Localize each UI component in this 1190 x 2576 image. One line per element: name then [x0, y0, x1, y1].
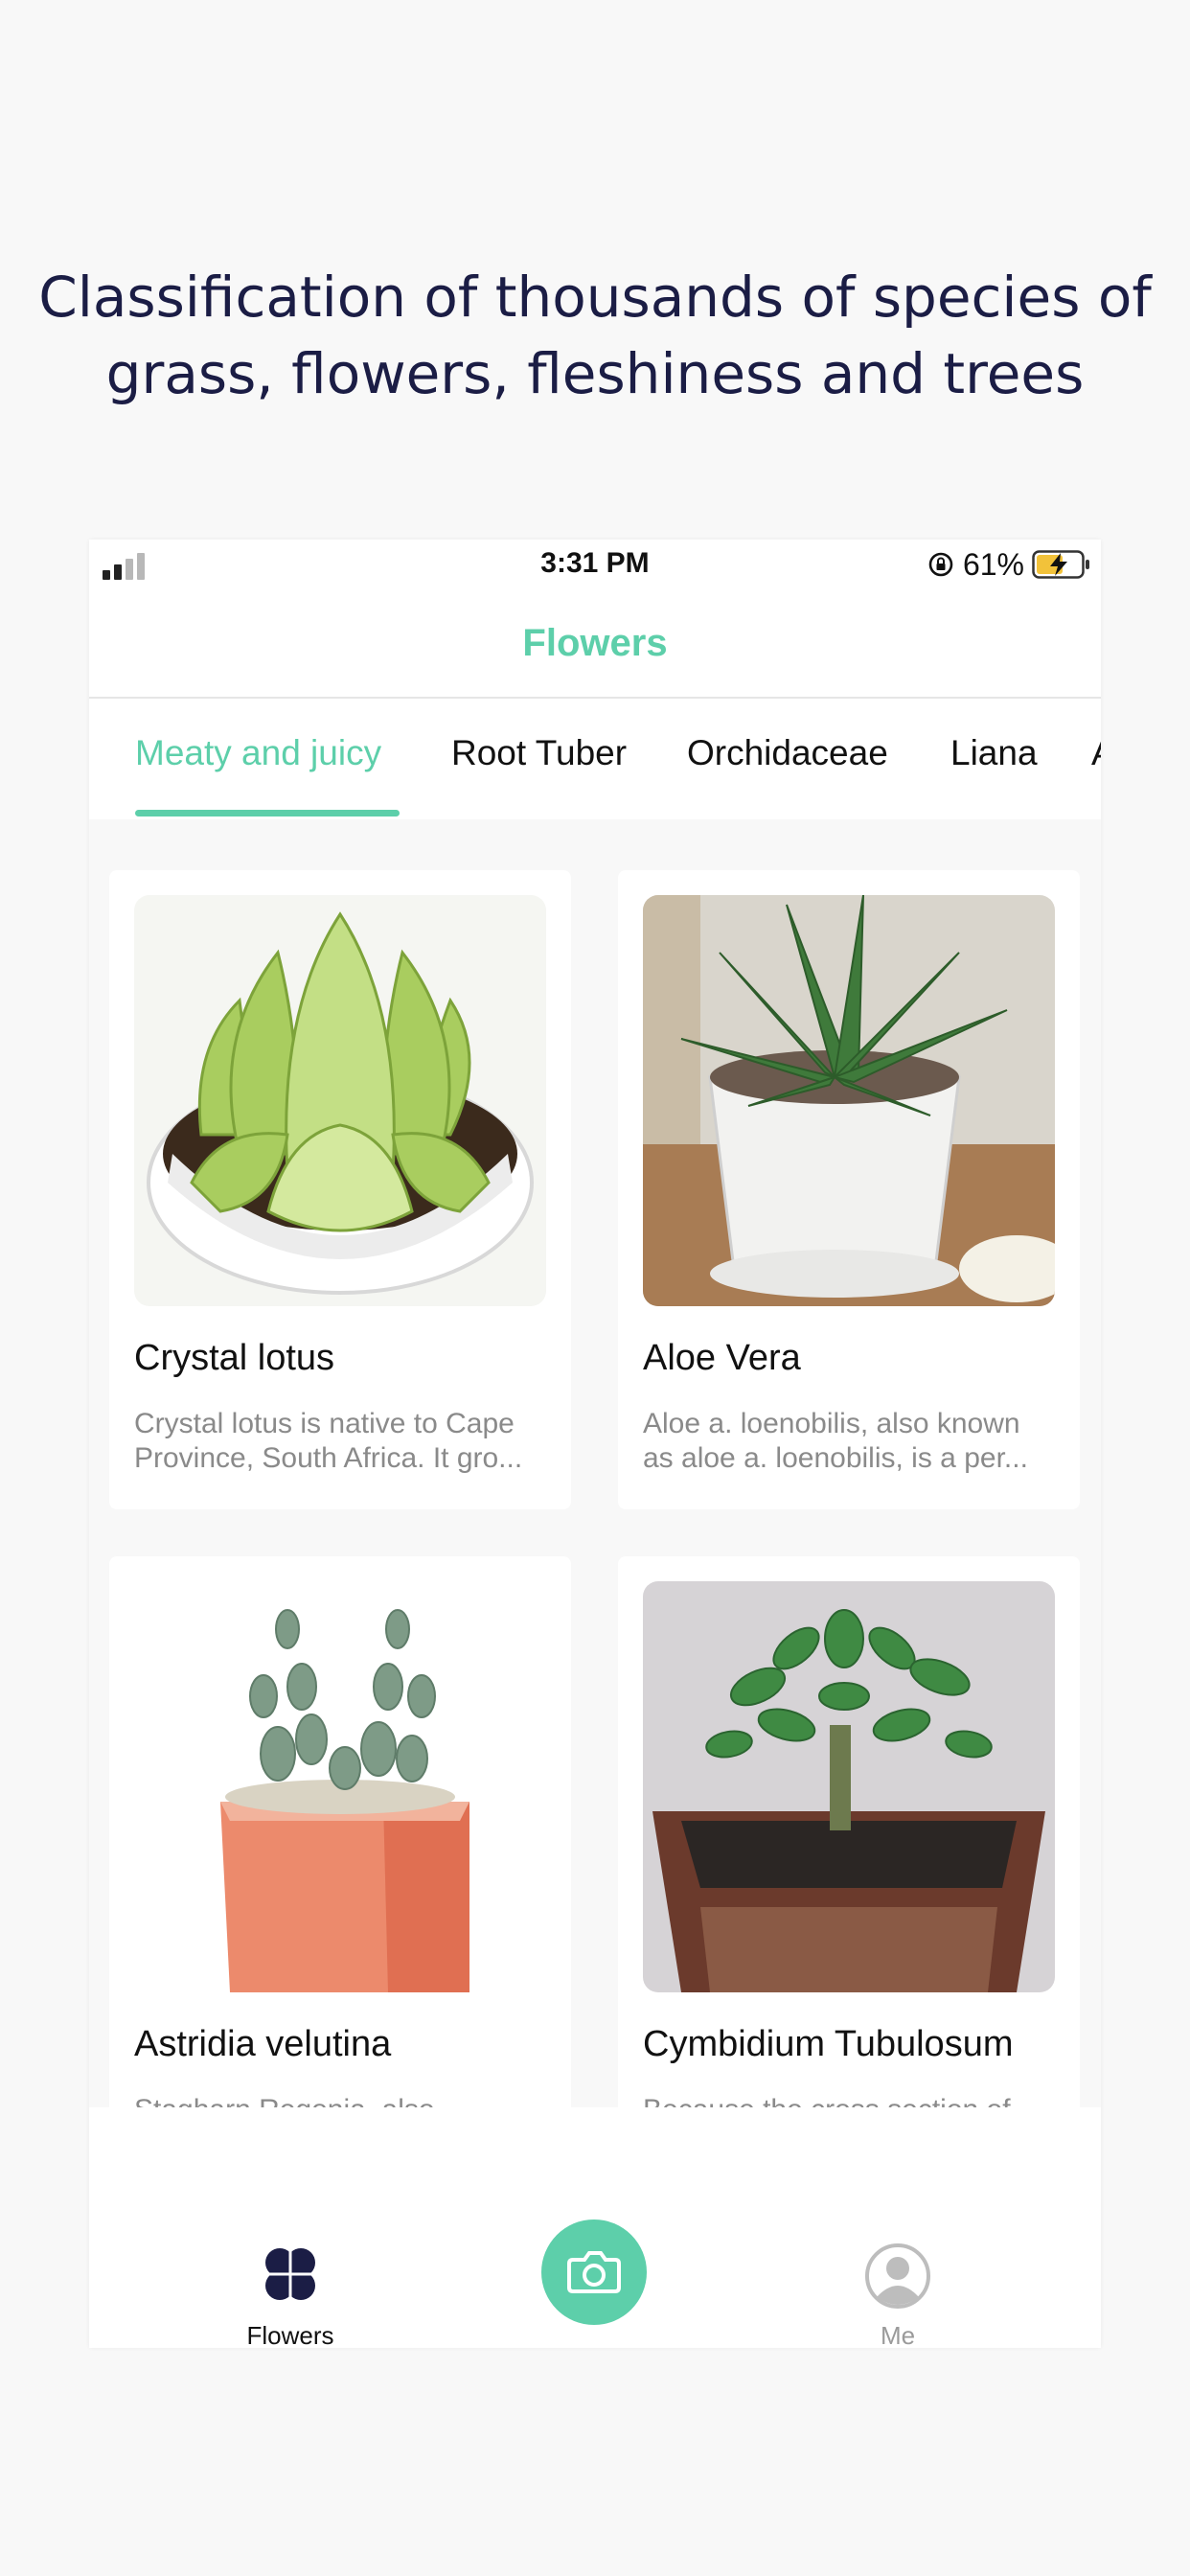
tab-bar-me[interactable]: Me: [802, 2242, 994, 2348]
orientation-lock-icon: [928, 552, 953, 577]
plant-image-cymbidium-tubulosum: [643, 1581, 1055, 1992]
plant-description: Crystal lotus is native to Cape Province…: [134, 1408, 523, 1474]
category-tabs: Meaty and juicy Root Tuber Orchidaceae L…: [89, 699, 1101, 819]
active-tab-indicator: [135, 810, 400, 816]
tab-meaty-and-juicy[interactable]: Meaty and juicy: [135, 733, 381, 773]
promo-headline: Classification of thousands of species o…: [0, 259, 1190, 412]
user-avatar-icon: [865, 2243, 930, 2309]
plant-card-aloe-vera[interactable]: Aloe Vera Aloe a. loenobilis, also known…: [618, 870, 1080, 1509]
tab-bar-flowers[interactable]: Flowers: [195, 2242, 386, 2348]
status-right-group: 61%: [927, 545, 1091, 584]
plant-image-aloe-vera: [643, 895, 1055, 1306]
plant-image-crystal-lotus: [134, 895, 546, 1306]
plant-name: Astridia velutina: [134, 2024, 392, 2064]
battery-charging-icon: [1032, 550, 1089, 579]
tab-bar-flowers-label: Flowers: [246, 2321, 334, 2348]
nav-bar: Flowers: [89, 589, 1101, 699]
camera-button[interactable]: [541, 2220, 647, 2325]
tab-partial[interactable]: A: [1091, 733, 1101, 773]
promo-headline-line-2: grass, flowers, fleshiness and trees: [105, 341, 1085, 406]
battery-percent: 61%: [962, 546, 1024, 582]
phone-screen: 3:31 PM 61% Flowers Meaty and juicy Root…: [89, 540, 1101, 2348]
plant-description: Aloe a. loenobilis, also known as aloe a…: [643, 1408, 1028, 1474]
page-title: Flowers: [522, 622, 668, 664]
tab-orchidaceae[interactable]: Orchidaceae: [687, 733, 888, 773]
plant-name: Crystal lotus: [134, 1338, 335, 1378]
tab-root-tuber[interactable]: Root Tuber: [451, 733, 627, 773]
four-leaf-clover-icon: [263, 2248, 317, 2305]
plant-image-astridia-velutina: [134, 1581, 546, 1992]
tab-liana[interactable]: Liana: [950, 733, 1038, 773]
plant-card-crystal-lotus[interactable]: Crystal lotus Crystal lotus is native to…: [109, 870, 571, 1509]
plant-name: Cymbidium Tubulosum: [643, 2024, 1014, 2064]
status-bar: 3:31 PM 61%: [89, 540, 1101, 589]
camera-icon: [567, 2251, 621, 2293]
plant-name: Aloe Vera: [643, 1338, 801, 1378]
tab-bar-me-label: Me: [880, 2321, 916, 2348]
promo-headline-line-1: Classification of thousands of species o…: [38, 264, 1152, 330]
